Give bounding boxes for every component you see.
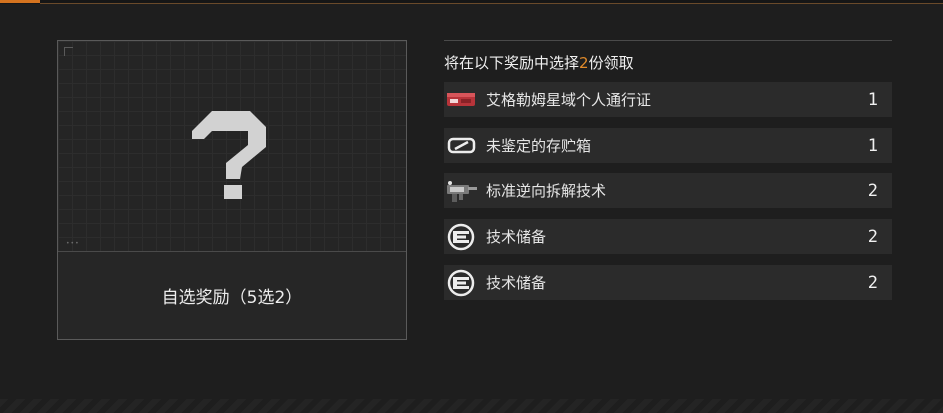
reward-item-quantity: 2 bbox=[867, 272, 878, 293]
top-accent-line bbox=[40, 3, 943, 4]
top-accent-segment bbox=[0, 0, 40, 3]
heading-suffix: 份领取 bbox=[588, 54, 634, 72]
reward-preview: ••• bbox=[58, 41, 406, 252]
reward-item-quantity: 2 bbox=[867, 180, 878, 201]
reward-card-caption: 自选奖励（5选2） bbox=[161, 287, 303, 308]
reward-item-weapon-tech[interactable]: 标准逆向拆解技术 2 bbox=[444, 173, 892, 208]
reward-item-quantity: 2 bbox=[867, 226, 878, 247]
heading-count: 2 bbox=[579, 54, 589, 72]
reward-item-tech-reserve[interactable]: 技术储备 2 bbox=[444, 265, 892, 300]
reward-item-quantity: 1 bbox=[867, 135, 878, 156]
optional-reward-card[interactable]: ••• 自选奖励（5选2） bbox=[57, 40, 407, 340]
corner-bracket bbox=[64, 47, 73, 56]
reward-item-name: 技术储备 bbox=[486, 274, 547, 292]
reward-item-name: 标准逆向拆解技术 bbox=[486, 182, 607, 200]
reward-item-name: 未鉴定的存贮箱 bbox=[486, 137, 592, 155]
question-mark-icon bbox=[192, 111, 266, 199]
selection-heading: 将在以下奖励中选择2份领取 bbox=[444, 53, 892, 73]
storage-box-icon bbox=[444, 128, 478, 163]
top-accent-bar bbox=[0, 0, 943, 4]
reward-item-name: 艾格勒姆星域个人通行证 bbox=[486, 91, 652, 109]
reward-item-pass[interactable]: 艾格勒姆星域个人通行证 1 bbox=[444, 82, 892, 117]
heading-prefix: 将在以下奖励中选择 bbox=[444, 54, 580, 72]
corner-dots: ••• bbox=[66, 240, 80, 247]
reward-item-quantity: 1 bbox=[867, 89, 878, 110]
reward-item-tech-reserve[interactable]: 技术储备 2 bbox=[444, 219, 892, 254]
panel-divider bbox=[444, 40, 892, 41]
bottom-hazard-stripes bbox=[0, 399, 943, 413]
selection-panel: 将在以下奖励中选择2份领取 bbox=[444, 40, 892, 73]
reward-item-storage-box[interactable]: 未鉴定的存贮箱 1 bbox=[444, 128, 892, 163]
tech-reserve-icon bbox=[444, 265, 478, 300]
tech-reserve-icon bbox=[444, 219, 478, 254]
pass-ticket-icon bbox=[444, 82, 478, 117]
reward-item-name: 技术储备 bbox=[486, 228, 547, 246]
weapon-tech-icon bbox=[444, 173, 478, 208]
